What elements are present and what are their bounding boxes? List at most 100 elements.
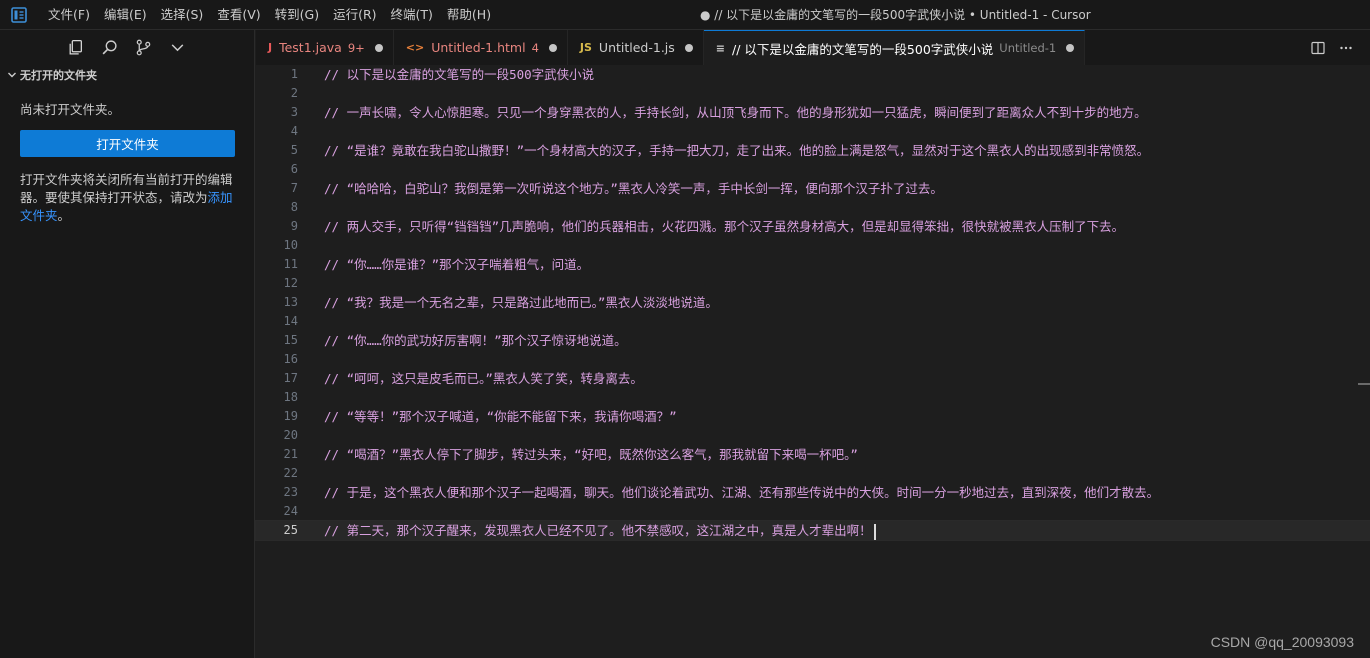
menu-item[interactable]: 帮助(H) xyxy=(440,0,498,30)
code-line[interactable]: 16 xyxy=(256,350,1370,369)
window-title: ● // 以下是以金庸的文笔写的一段500字武侠小说 • Untitled-1 … xyxy=(700,8,1091,22)
menu-item[interactable]: 查看(V) xyxy=(210,0,267,30)
code-line[interactable]: 17 // “呵呵，这只是皮毛而已。”黑衣人笑了笑，转身离去。 xyxy=(256,369,1370,388)
line-number: 14 xyxy=(283,314,298,328)
comment-text: // “等等！”那个汉子喊道，“你能不能留下来，我请你喝酒？” xyxy=(324,409,677,424)
code-line[interactable]: 21 // “喝酒？”黑衣人停下了脚步，转过头来，“好吧，既然你这么客气，那我就留… xyxy=(256,445,1370,464)
comment-text: // “哈哈哈，白驼山？我倒是第一次听说这个地方。”黑衣人冷笑一声，手中长剑一挥… xyxy=(324,181,943,196)
editor-actions xyxy=(1304,30,1370,65)
menu-item[interactable]: 转到(G) xyxy=(268,0,326,30)
line-number: 17 xyxy=(283,371,298,385)
unsaved-dot-icon[interactable] xyxy=(684,43,693,52)
open-folder-button[interactable]: 打开文件夹 xyxy=(20,130,235,157)
no-folder-section-header[interactable]: 无打开的文件夹 xyxy=(0,64,254,86)
more-actions-icon[interactable] xyxy=(1332,34,1360,62)
chevron-down-icon[interactable] xyxy=(160,30,194,64)
code-line[interactable]: 9 // 两人交手，只听得“铛铛铛”几声脆响，他们的兵器相击，火花四溅。那个汉子虽… xyxy=(256,217,1370,236)
file-type-icon: J xyxy=(268,41,273,54)
code-text: // 第二天，那个汉子醒来，发现黑衣人已经不见了。他不禁感叹，这江湖之中，真是人… xyxy=(324,521,876,540)
code-editor[interactable]: 1// 以下是以金庸的文笔写的一段500字武侠小说 2 3// 一声长啸，令人心惊胆… xyxy=(255,65,1370,658)
sidebar: 无打开的文件夹 尚未打开文件夹。 打开文件夹 打开文件夹将关闭所有当前打开的编辑… xyxy=(0,30,255,658)
source-control-icon[interactable] xyxy=(126,30,160,64)
code-line[interactable]: 18 xyxy=(256,388,1370,407)
code-line[interactable]: 1 // 以下是以金庸的文笔写的一段500字武侠小说 xyxy=(256,65,1370,84)
editor-tab[interactable]: JS Untitled-1.js xyxy=(567,30,704,65)
chevron-down-icon xyxy=(4,67,20,83)
editor-tab[interactable]: ≡ // 以下是以金庸的文笔写的一段500字武侠小说 Untitled-1 xyxy=(703,30,1086,65)
code-line[interactable]: 15 // “你……你的武功好厉害啊！”那个汉子惊讶地说道。 xyxy=(256,331,1370,350)
code-line[interactable]: 12 xyxy=(256,274,1370,293)
line-number: 2 xyxy=(290,86,298,100)
sidebar-toolbar xyxy=(0,30,254,64)
code-line[interactable]: 11 // “你……你是谁？”那个汉子喘着粗气，问道。 xyxy=(256,255,1370,274)
menu-item[interactable]: 文件(F) xyxy=(41,0,97,30)
code-text: // “呵呵，这只是皮毛而已。”黑衣人笑了笑，转身离去。 xyxy=(324,369,643,388)
hint-text: 打开文件夹将关闭所有当前打开的编辑器。要使其保持打开状态，请改为 xyxy=(20,172,233,205)
tab-label: Test1.java xyxy=(279,40,342,55)
watermark: CSDN @qq_20093093 xyxy=(1210,634,1354,650)
editor-tab[interactable]: <> Untitled-1.html 4 xyxy=(393,30,568,65)
menu-item[interactable]: 终端(T) xyxy=(384,0,440,30)
menu-item[interactable]: 选择(S) xyxy=(154,0,211,30)
line-number: 7 xyxy=(290,181,298,195)
comment-text: // 第二天，那个汉子醒来，发现黑衣人已经不见了。他不禁感叹，这江湖之中，真是人… xyxy=(324,523,872,538)
code-line[interactable]: 13 // “我？我是一个无名之辈，只是路过此地而已。”黑衣人淡淡地说道。 xyxy=(256,293,1370,312)
text-cursor xyxy=(873,523,876,540)
code-text: // “我？我是一个无名之辈，只是路过此地而已。”黑衣人淡淡地说道。 xyxy=(324,293,718,312)
code-line[interactable]: 10 xyxy=(256,236,1370,255)
comment-text: // “喝酒？”黑衣人停下了脚步，转过头来，“好吧，既然你这么客气，那我就留下来… xyxy=(324,447,858,462)
line-number: 15 xyxy=(283,333,298,347)
code-line[interactable]: 23 // 于是，这个黑衣人便和那个汉子一起喝酒，聊天。他们谈论着武功、江湖、还有… xyxy=(256,483,1370,502)
line-number: 13 xyxy=(283,295,298,309)
code-line[interactable]: 14 xyxy=(256,312,1370,331)
comment-text: // “你……你是谁？”那个汉子喘着粗气，问道。 xyxy=(324,257,590,272)
comment-text: // 一声长啸，令人心惊胆寒。只见一个身穿黑衣的人，手持长剑，从山顶飞身而下。他… xyxy=(324,105,1147,120)
code-text: // “是谁？竟敢在我白驼山撒野！”一个身材高大的汉子，手持一把大刀，走了出来。… xyxy=(324,141,1149,160)
explorer-files-icon[interactable] xyxy=(58,30,92,64)
comment-text: // 两人交手，只听得“铛铛铛”几声脆响，他们的兵器相击，火花四溅。那个汉子虽然… xyxy=(324,219,1125,234)
code-line[interactable]: 5 // “是谁？竟敢在我白驼山撒野！”一个身材高大的汉子，手持一把大刀，走了出来… xyxy=(256,141,1370,160)
search-icon[interactable] xyxy=(92,30,126,64)
tab-description: Untitled-1 xyxy=(999,41,1057,55)
code-line[interactable]: 4 xyxy=(256,122,1370,141)
code-line[interactable]: 6 xyxy=(256,160,1370,179)
code-line[interactable]: 8 xyxy=(256,198,1370,217)
menu-item[interactable]: 编辑(E) xyxy=(97,0,154,30)
code-line[interactable]: 3 // 一声长啸，令人心惊胆寒。只见一个身穿黑衣的人，手持长剑，从山顶飞身而下。… xyxy=(256,103,1370,122)
file-type-icon: JS xyxy=(579,41,592,54)
menu-bar: 文件(F) 编辑(E) 选择(S) 查看(V) 转到(G) 运行(R) 终端(T) 帮助(H) xyxy=(41,0,498,30)
unsaved-dot-icon[interactable] xyxy=(1066,44,1075,52)
problem-count-badge: 9+ xyxy=(347,40,365,55)
line-number: 23 xyxy=(283,485,298,499)
comment-text: // “你……你的武功好厉害啊！”那个汉子惊讶地说道。 xyxy=(324,333,627,348)
code-line[interactable]: 22 xyxy=(256,464,1370,483)
hint-end: 。 xyxy=(57,208,71,223)
editor-tab-bar: J Test1.java 9+ <> Untitled-1.html 4 JS Untitle… xyxy=(256,30,1370,65)
code-text: // “哈哈哈，白驼山？我倒是第一次听说这个地方。”黑衣人冷笑一声，手中长剑一挥… xyxy=(324,179,943,198)
code-line[interactable]: 24 xyxy=(256,502,1370,521)
unsaved-dot-icon[interactable] xyxy=(374,43,383,52)
comment-text: // “我？我是一个无名之辈，只是路过此地而已。”黑衣人淡淡地说道。 xyxy=(324,295,718,310)
code-line[interactable]: 19 // “等等！”那个汉子喊道，“你能不能留下来，我请你喝酒？” xyxy=(256,407,1370,426)
menu-item[interactable]: 运行(R) xyxy=(326,0,383,30)
code-text: // 以下是以金庸的文笔写的一段500字武侠小说 xyxy=(324,65,594,84)
code-line[interactable]: 20 xyxy=(256,426,1370,445)
code-text: // “等等！”那个汉子喊道，“你能不能留下来，我请你喝酒？” xyxy=(324,407,677,426)
comment-text: // “呵呵，这只是皮毛而已。”黑衣人笑了笑，转身离去。 xyxy=(324,371,643,386)
split-editor-icon[interactable] xyxy=(1304,34,1332,62)
app-logo-icon xyxy=(11,6,27,23)
line-number: 9 xyxy=(290,219,298,233)
line-number: 19 xyxy=(283,409,298,423)
code-line[interactable]: 25 // 第二天，那个汉子醒来，发现黑衣人已经不见了。他不禁感叹，这江湖之中，真… xyxy=(255,520,1370,541)
line-number: 11 xyxy=(283,257,298,271)
editor-tab[interactable]: J Test1.java 9+ xyxy=(256,30,394,65)
comment-text: // “是谁？竟敢在我白驼山撒野！”一个身材高大的汉子，手持一把大刀，走了出来。… xyxy=(324,143,1150,158)
problem-count-badge: 4 xyxy=(531,40,539,55)
code-line[interactable]: 2 xyxy=(256,84,1370,103)
comment-text: // 于是，这个黑衣人便和那个汉子一起喝酒，聊天。他们谈论着武功、江湖、还有那些… xyxy=(324,485,1160,500)
line-number: 8 xyxy=(290,200,298,214)
code-text: // 一声长啸，令人心惊胆寒。只见一个身穿黑衣的人，手持长剑，从山顶飞身而下。他… xyxy=(324,103,1147,122)
code-line[interactable]: 7 // “哈哈哈，白驼山？我倒是第一次听说这个地方。”黑衣人冷笑一声，手中长剑一… xyxy=(256,179,1370,198)
code-text: // 两人交手，只听得“铛铛铛”几声脆响，他们的兵器相击，火花四溅。那个汉子虽然… xyxy=(324,217,1124,236)
unsaved-dot-icon[interactable] xyxy=(548,43,557,52)
